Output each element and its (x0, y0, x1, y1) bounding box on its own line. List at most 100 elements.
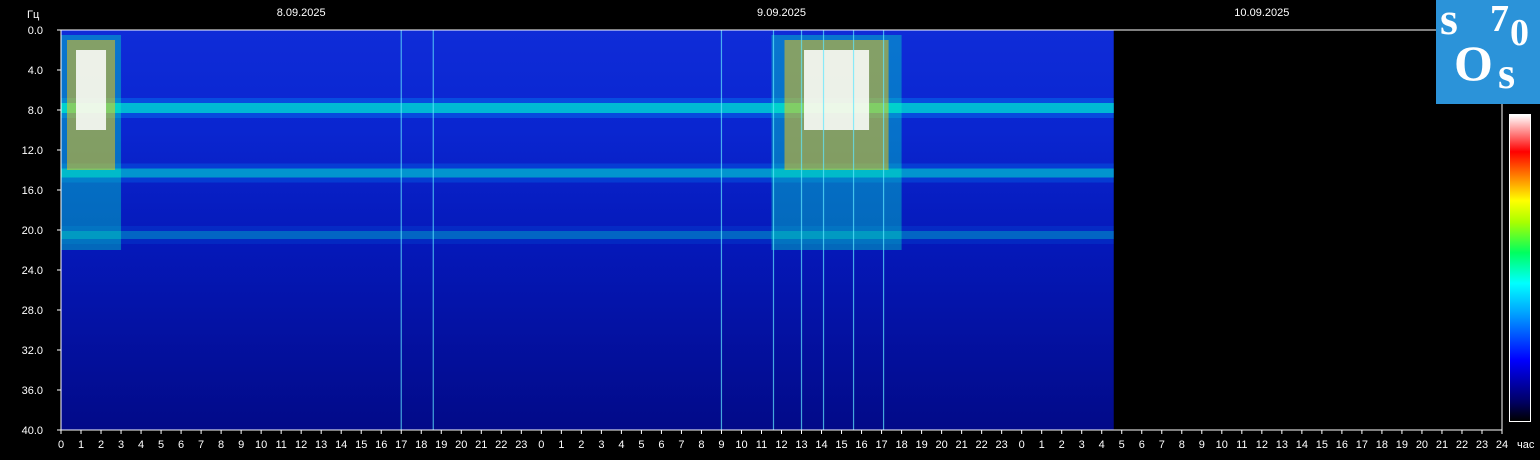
x-tick-label: 5 (638, 439, 644, 451)
x-tick-label: 9 (718, 439, 724, 451)
x-tick-label: 15 (1316, 439, 1328, 451)
y-tick-label: 4.0 (28, 65, 43, 77)
intense-period-peak (804, 50, 870, 130)
x-tick-label: 0 (538, 439, 544, 451)
x-tick-label: 16 (375, 439, 387, 451)
x-tick-label: 10 (1216, 439, 1228, 451)
x-tick-label: 9 (1199, 439, 1205, 451)
x-tick-label: 18 (895, 439, 907, 451)
x-tick-label: 6 (1139, 439, 1145, 451)
x-tick-label: 7 (198, 439, 204, 451)
x-tick-label: 14 (1296, 439, 1308, 451)
x-tick-label: 11 (275, 439, 286, 451)
x-tick-label: 19 (1396, 439, 1408, 451)
x-tick-label: 24 (1496, 439, 1508, 451)
y-tick-label: 40.0 (22, 425, 43, 437)
x-tick-label: 12 (295, 439, 307, 451)
x-tick-label: 7 (678, 439, 684, 451)
x-tick-label: 17 (875, 439, 887, 451)
date-label: 9.09.2025 (757, 7, 806, 19)
x-tick-label: 12 (1256, 439, 1268, 451)
y-tick-label: 32.0 (22, 345, 43, 357)
x-tick-label: 22 (495, 439, 507, 451)
x-tick-label: 0 (1019, 439, 1025, 451)
x-tick-label: 6 (178, 439, 184, 451)
x-tick-label: 2 (578, 439, 584, 451)
x-tick-label: 15 (835, 439, 847, 451)
y-tick-label: 12.0 (22, 145, 43, 157)
x-tick-label: 20 (935, 439, 947, 451)
x-tick-label: 19 (915, 439, 927, 451)
y-tick-label: 0.0 (28, 25, 43, 37)
x-tick-label: 2 (98, 439, 104, 451)
x-tick-label: 10 (735, 439, 747, 451)
x-tick-label: 7 (1159, 439, 1165, 451)
x-tick-label: 9 (238, 439, 244, 451)
y-tick-label: 20.0 (22, 225, 43, 237)
x-tick-label: 12 (775, 439, 787, 451)
y-tick-label: 24.0 (22, 265, 43, 277)
x-tick-label: 0 (58, 439, 64, 451)
intensity-color-scale (1509, 114, 1531, 422)
y-tick-label: 36.0 (22, 385, 43, 397)
x-tick-label: 18 (1376, 439, 1388, 451)
x-tick-label: 4 (618, 439, 624, 451)
x-tick-label: 17 (1356, 439, 1368, 451)
y-tick-label: 8.0 (28, 105, 43, 117)
spectrogram-chart: 0.0 4.0 8.0 12.0 16.0 20.0 24.0 28.0 32.0 36.0 40.… (22, 7, 1535, 451)
x-tick-label: 5 (1119, 439, 1125, 451)
x-tick-label: 15 (355, 439, 367, 451)
x-tick-label: 3 (1079, 439, 1085, 451)
x-tick-label: 4 (138, 439, 144, 451)
x-tick-label: 14 (815, 439, 827, 451)
logo-letter-s2: s (1498, 49, 1516, 98)
x-tick-label: 20 (455, 439, 467, 451)
x-tick-label: 8 (218, 439, 224, 451)
date-label: 8.09.2025 (277, 7, 326, 19)
x-tick-label: 5 (158, 439, 164, 451)
x-tick-label: 21 (956, 439, 968, 451)
plot-area (61, 30, 1114, 430)
x-tick-label: 18 (415, 439, 427, 451)
x-tick-label: 21 (1436, 439, 1448, 451)
x-tick-label: 10 (255, 439, 267, 451)
x-tick-label: 21 (475, 439, 487, 451)
x-tick-label: 22 (976, 439, 988, 451)
x-tick-label: 1 (558, 439, 564, 451)
x-tick-label: 3 (598, 439, 604, 451)
x-tick-label: 11 (756, 439, 767, 451)
x-tick-label: 6 (658, 439, 664, 451)
logo-digit-0: 0 (1510, 12, 1529, 54)
x-axis-label: час (1517, 439, 1535, 451)
date-label: 10.09.2025 (1234, 7, 1289, 19)
x-tick-label: 4 (1099, 439, 1105, 451)
resonance-band-halo (61, 163, 1114, 183)
x-tick-label: 22 (1456, 439, 1468, 451)
x-tick-label: 1 (78, 439, 84, 451)
x-tick-label: 20 (1416, 439, 1428, 451)
x-tick-label: 23 (996, 439, 1008, 451)
x-tick-label: 13 (315, 439, 327, 451)
x-tick-label: 13 (1276, 439, 1288, 451)
x-tick-label: 19 (435, 439, 447, 451)
sos70-logo: s 7 0 O s (1436, 0, 1540, 104)
intense-period-peak (76, 50, 107, 130)
y-tick-label: 16.0 (22, 185, 43, 197)
x-tick-label: 16 (1336, 439, 1348, 451)
x-tick-label: 3 (118, 439, 124, 451)
x-tick-label: 8 (1179, 439, 1185, 451)
x-tick-label: 13 (795, 439, 807, 451)
logo-digit-7: 7 (1490, 0, 1509, 40)
x-tick-label: 23 (515, 439, 527, 451)
x-tick-label: 14 (335, 439, 347, 451)
x-tick-label: 2 (1059, 439, 1065, 451)
x-tick-label: 1 (1039, 439, 1045, 451)
x-tick-label: 17 (395, 439, 407, 451)
logo-letter-o: O (1454, 35, 1493, 91)
x-tick-label: 11 (1236, 439, 1247, 451)
y-tick-label: 28.0 (22, 305, 43, 317)
x-tick-label: 23 (1476, 439, 1488, 451)
x-tick-label: 16 (855, 439, 867, 451)
resonance-band-halo (61, 98, 1114, 118)
x-tick-label: 8 (698, 439, 704, 451)
